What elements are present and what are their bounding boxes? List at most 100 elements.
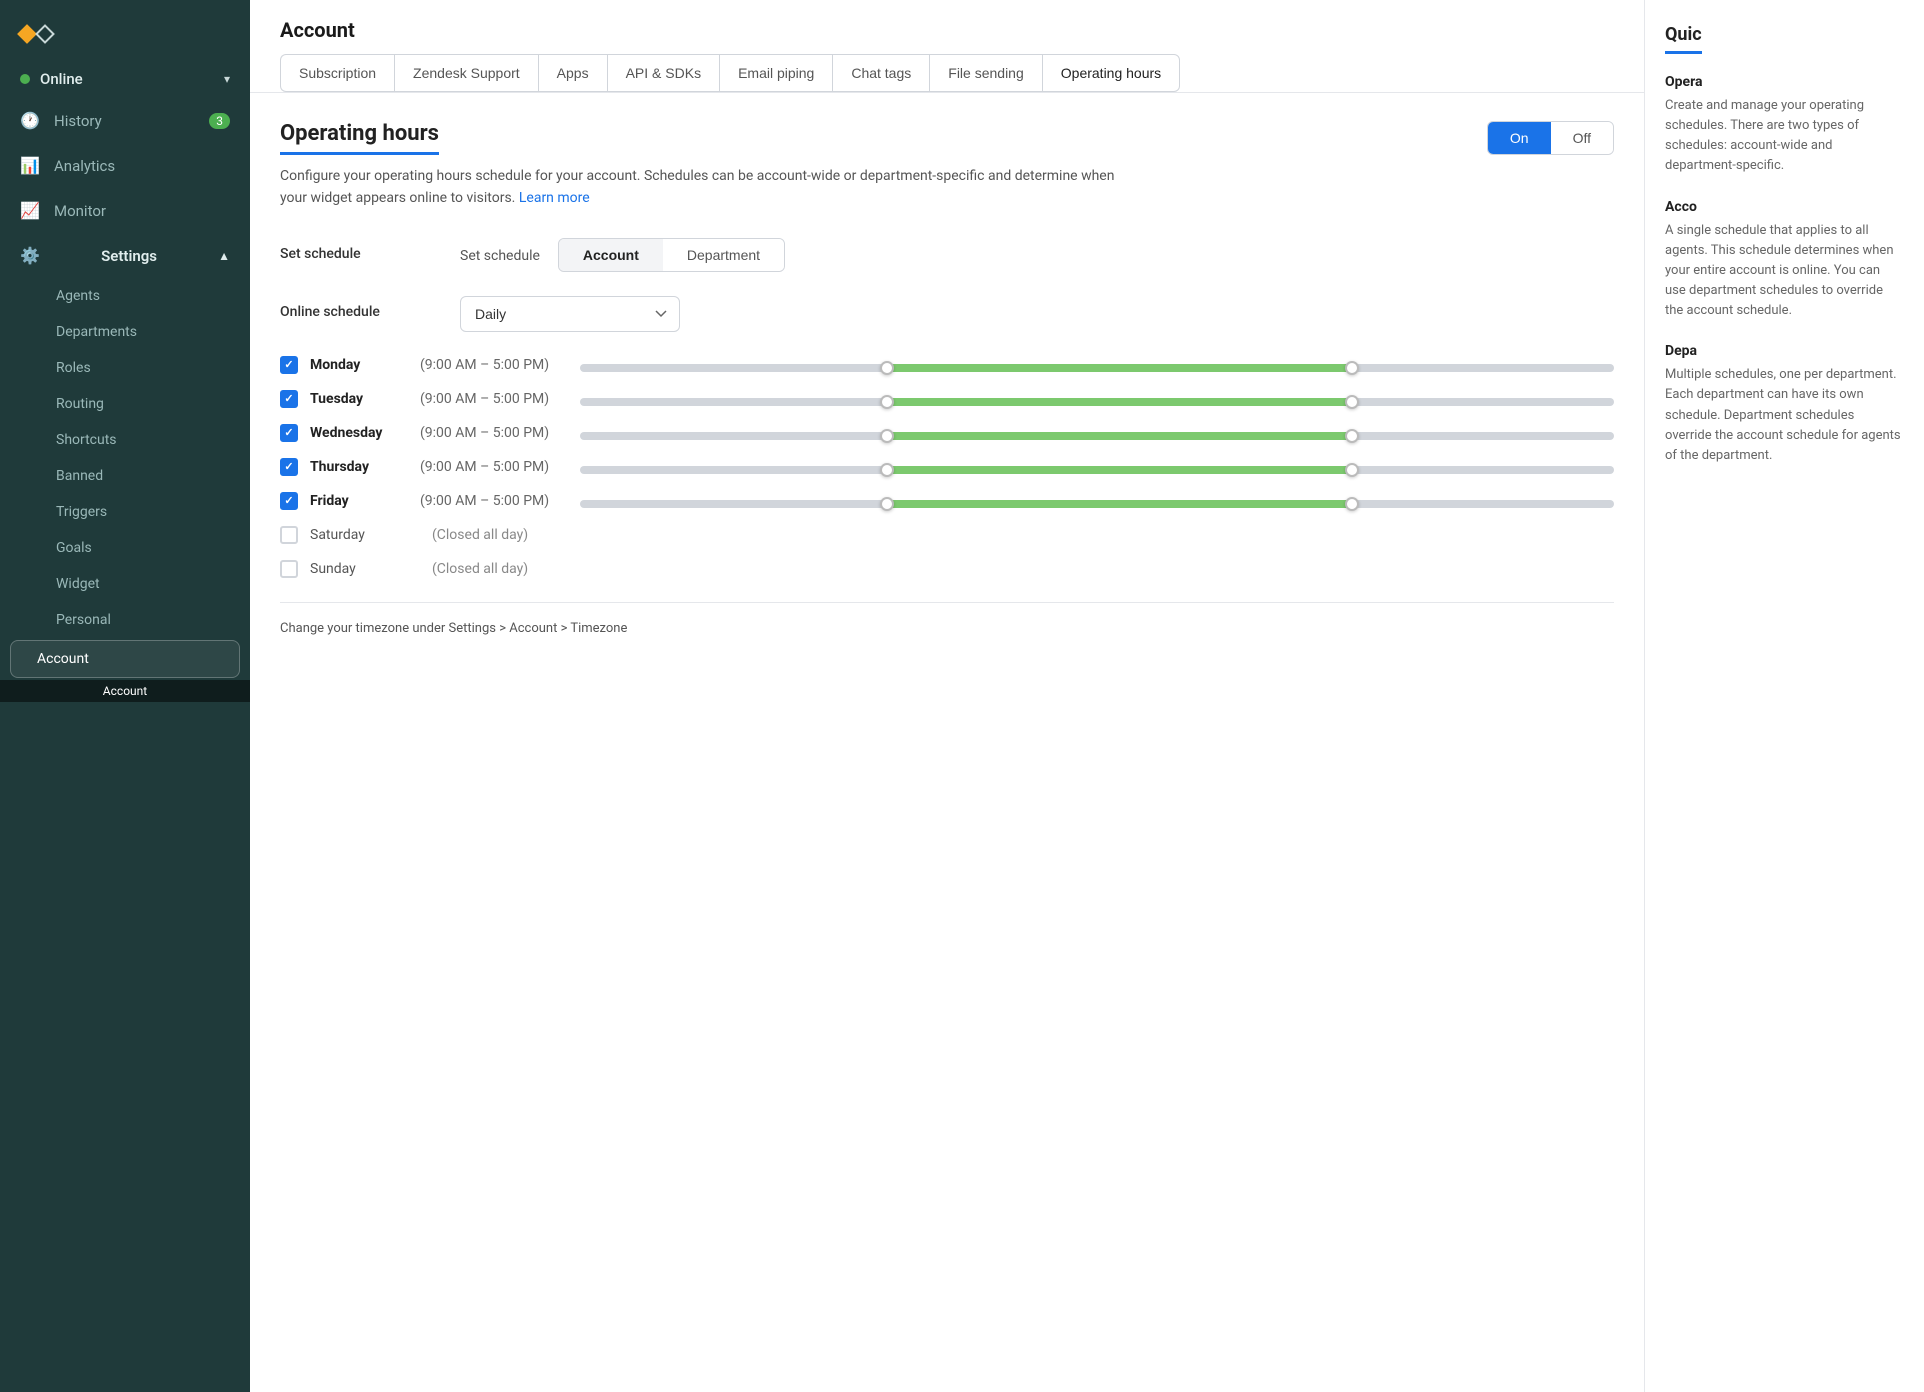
sidebar-item-settings[interactable]: ⚙️ Settings ▲ <box>0 233 250 278</box>
thursday-label: Thursday <box>310 459 420 475</box>
monday-checkbox[interactable] <box>280 356 298 374</box>
tab-apps[interactable]: Apps <box>538 54 607 92</box>
tab-operating-hours[interactable]: Operating hours <box>1042 54 1180 92</box>
wednesday-slider-thumb-start[interactable] <box>880 429 894 443</box>
toggle-on-button[interactable]: On <box>1488 122 1551 154</box>
thursday-slider[interactable] <box>580 460 1614 474</box>
set-schedule-label: Set schedule <box>280 238 440 262</box>
qh-operating-title: Opera <box>1665 74 1904 90</box>
tab-file-sending[interactable]: File sending <box>929 54 1042 92</box>
qh-account-schedule-title: Acco <box>1665 199 1904 215</box>
sidebar-item-personal[interactable]: Personal <box>0 602 250 638</box>
sunday-closed-label: (Closed all day) <box>432 561 528 577</box>
sunday-label: Sunday <box>310 561 420 577</box>
friday-checkbox[interactable] <box>280 492 298 510</box>
online-schedule-select[interactable]: Daily Weekly Custom <box>460 296 680 332</box>
thursday-slider-thumb-end[interactable] <box>1345 463 1359 477</box>
set-schedule-row: Set schedule Set schedule Account Depart… <box>280 238 1614 272</box>
history-badge: 3 <box>209 113 230 129</box>
sidebar-item-account[interactable]: Account <box>10 640 240 678</box>
qh-section-operating: Opera Create and manage your operating s… <box>1665 74 1904 177</box>
day-row-sunday: Sunday (Closed all day) <box>280 560 1614 578</box>
qh-department-schedule-text: Multiple schedules, one per department. … <box>1665 365 1904 466</box>
learn-more-link[interactable]: Learn more <box>519 190 590 206</box>
goals-label: Goals <box>56 540 92 556</box>
friday-slider[interactable] <box>580 494 1614 508</box>
tab-email-piping[interactable]: Email piping <box>719 54 832 92</box>
status-selector[interactable]: Online ▾ <box>0 60 250 98</box>
content-area: Operating hours On Off Configure your op… <box>250 93 1644 1392</box>
tab-chat-tags[interactable]: Chat tags <box>832 54 929 92</box>
schedule-account-button[interactable]: Account <box>559 239 663 271</box>
diamond-outline-icon <box>35 24 55 44</box>
wednesday-slider-thumb-end[interactable] <box>1345 429 1359 443</box>
sidebar-item-shortcuts[interactable]: Shortcuts <box>0 422 250 458</box>
tuesday-slider-thumb-end[interactable] <box>1345 395 1359 409</box>
sidebar-item-roles[interactable]: Roles <box>0 350 250 386</box>
wednesday-slider[interactable] <box>580 426 1614 440</box>
quick-help-panel: Quic Opera Create and manage your operat… <box>1644 0 1924 1392</box>
section-title-row: Operating hours On Off <box>280 121 1614 155</box>
sidebar-item-history[interactable]: 🕐 History 3 <box>0 98 250 143</box>
monday-slider-thumb-start[interactable] <box>880 361 894 375</box>
wednesday-checkbox[interactable] <box>280 424 298 442</box>
tuesday-slider-thumb-start[interactable] <box>880 395 894 409</box>
sidebar-item-agents[interactable]: Agents <box>0 278 250 314</box>
friday-label: Friday <box>310 493 420 509</box>
account-label: Account <box>37 651 89 667</box>
online-schedule-row: Online schedule Daily Weekly Custom <box>280 296 1614 332</box>
friday-slider-thumb-start[interactable] <box>880 497 894 511</box>
tab-zendesk-support[interactable]: Zendesk Support <box>394 54 538 92</box>
monday-slider-thumb-end[interactable] <box>1345 361 1359 375</box>
account-tooltip: Account <box>0 680 250 702</box>
tuesday-checkbox[interactable] <box>280 390 298 408</box>
tab-subscription[interactable]: Subscription <box>280 54 394 92</box>
sidebar: Online ▾ 🕐 History 3 📊 Analytics 📈 Monit… <box>0 0 250 1392</box>
tab-api-sdks[interactable]: API & SDKs <box>607 54 719 92</box>
qh-section-account-schedule: Acco A single schedule that applies to a… <box>1665 199 1904 322</box>
sidebar-item-widget[interactable]: Widget <box>0 566 250 602</box>
monday-slider-track <box>580 364 1614 372</box>
timezone-hint: Change your timezone under Settings > Ac… <box>280 602 1614 636</box>
sidebar-item-routing[interactable]: Routing <box>0 386 250 422</box>
sidebar-item-analytics[interactable]: 📊 Analytics <box>0 143 250 188</box>
sunday-checkbox[interactable] <box>280 560 298 578</box>
monitor-icon: 📈 <box>20 201 40 220</box>
tuesday-label: Tuesday <box>310 391 420 407</box>
departments-label: Departments <box>56 324 137 340</box>
qh-department-schedule-title: Depa <box>1665 343 1904 359</box>
saturday-closed-label: (Closed all day) <box>432 527 528 543</box>
sidebar-item-departments[interactable]: Departments <box>0 314 250 350</box>
tuesday-slider[interactable] <box>580 392 1614 406</box>
banned-label: Banned <box>56 468 103 484</box>
sidebar-item-monitor[interactable]: 📈 Monitor <box>0 188 250 233</box>
monday-slider[interactable] <box>580 358 1614 372</box>
routing-label: Routing <box>56 396 104 412</box>
tuesday-slider-fill <box>890 398 1355 406</box>
toggle-off-button[interactable]: Off <box>1551 122 1613 154</box>
day-row-tuesday: Tuesday (9:00 AM – 5:00 PM) <box>280 390 1614 408</box>
tuesday-slider-track <box>580 398 1614 406</box>
tabs-row: Subscription Zendesk Support Apps API & … <box>280 54 1614 92</box>
status-dot-icon <box>20 74 30 84</box>
qh-operating-text: Create and manage your operating schedul… <box>1665 96 1904 177</box>
chevron-down-icon: ▾ <box>224 72 230 86</box>
saturday-checkbox[interactable] <box>280 526 298 544</box>
online-schedule-content: Daily Weekly Custom <box>460 296 1614 332</box>
friday-slider-track <box>580 500 1614 508</box>
sidebar-item-history-label: History <box>54 112 102 130</box>
thursday-slider-thumb-start[interactable] <box>880 463 894 477</box>
day-schedule-rows: Monday (9:00 AM – 5:00 PM) Tuesday (9:00… <box>280 356 1614 578</box>
friday-slider-thumb-end[interactable] <box>1345 497 1359 511</box>
sidebar-item-goals[interactable]: Goals <box>0 530 250 566</box>
roles-label: Roles <box>56 360 91 376</box>
operating-hours-title: Operating hours <box>280 121 439 155</box>
sidebar-item-triggers[interactable]: Triggers <box>0 494 250 530</box>
analytics-icon: 📊 <box>20 156 40 175</box>
thursday-checkbox[interactable] <box>280 458 298 476</box>
wednesday-time: (9:00 AM – 5:00 PM) <box>420 425 580 441</box>
thursday-slider-fill <box>890 466 1355 474</box>
personal-label: Personal <box>56 612 111 628</box>
schedule-department-button[interactable]: Department <box>663 239 784 271</box>
sidebar-item-banned[interactable]: Banned <box>0 458 250 494</box>
